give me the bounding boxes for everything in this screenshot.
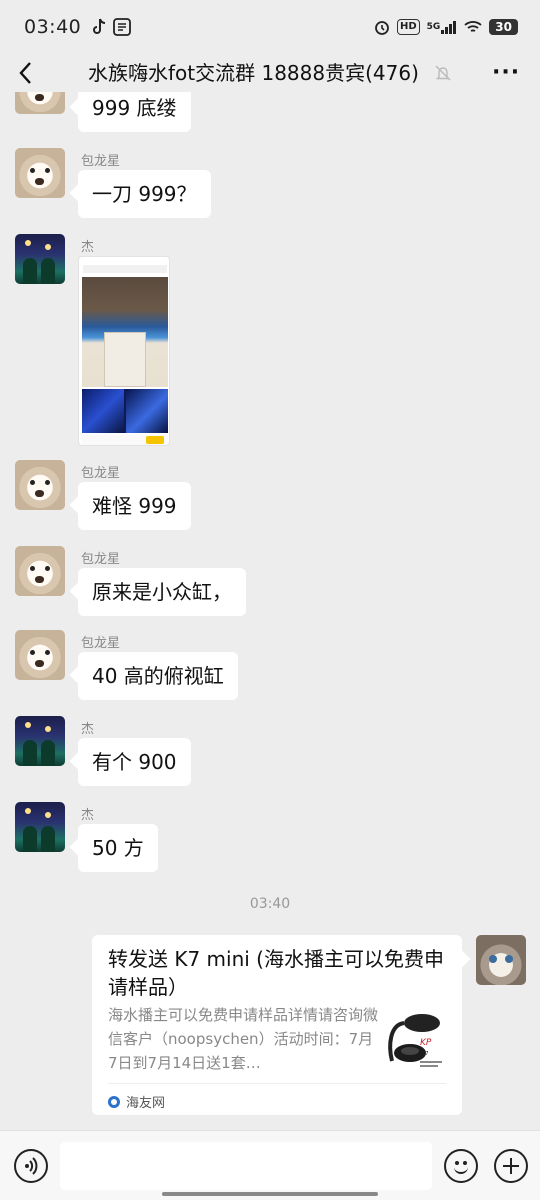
- sender-name: 杰: [81, 808, 95, 823]
- card-description: 海水播主可以免费申请样品详情请咨询微信客户（noopsychen）活动时间：7月…: [108, 1006, 379, 1072]
- svg-text:KP: KP: [420, 1038, 432, 1048]
- battery-indicator: 30: [489, 19, 518, 35]
- avatar[interactable]: [15, 92, 65, 114]
- more-actions-button[interactable]: [494, 1149, 528, 1183]
- avatar[interactable]: [476, 935, 526, 985]
- card-title: 转发送 K7 mini (海水播主可以免费申请样品）: [108, 947, 444, 999]
- tiktok-icon: [91, 18, 107, 36]
- emoji-button[interactable]: [444, 1149, 478, 1183]
- avatar[interactable]: [15, 460, 65, 510]
- message-bubble[interactable]: 原来是小众缸，: [78, 568, 246, 616]
- app-notification-icon: [113, 18, 132, 36]
- avatar[interactable]: [15, 148, 65, 198]
- back-button[interactable]: [16, 58, 36, 88]
- bell-muted-icon: [434, 64, 452, 82]
- status-bar: 03:40 HD 5G 30: [0, 0, 540, 54]
- message-bubble[interactable]: 一刀 999？: [78, 170, 211, 218]
- alarm-icon: [374, 19, 390, 35]
- card-source: 海友网: [126, 1096, 166, 1111]
- sender-name: 包龙星: [81, 636, 121, 651]
- sender-name: 包龙星: [81, 552, 121, 567]
- source-logo-icon: [108, 1095, 120, 1108]
- sender-name: 包龙星: [81, 154, 121, 169]
- message-bubble[interactable]: 50 方: [78, 824, 158, 872]
- more-icon[interactable]: ···: [492, 60, 520, 86]
- avatar[interactable]: [15, 546, 65, 596]
- chat-title[interactable]: 水族嗨水fot交流群 18888贵宾(476): [88, 58, 419, 88]
- avatar[interactable]: [15, 234, 65, 284]
- emoji-icon: [455, 1161, 459, 1165]
- voice-icon: [25, 1157, 38, 1175]
- message-input[interactable]: [60, 1142, 432, 1190]
- avatar[interactable]: [15, 802, 65, 852]
- avatar[interactable]: [15, 630, 65, 680]
- sender-name: 包龙星: [81, 466, 121, 481]
- sender-name: 杰: [81, 722, 95, 737]
- chat-header: 水族嗨水fot交流群 18888贵宾(476) ···: [0, 54, 540, 92]
- card-thumbnail: KP K7: [382, 1005, 446, 1073]
- svg-text:K7: K7: [422, 1051, 428, 1057]
- message-bubble[interactable]: 999 底缕: [78, 92, 191, 132]
- image-message[interactable]: [78, 256, 170, 446]
- status-time: 03:40: [24, 16, 82, 38]
- chevron-left-icon: [19, 62, 31, 84]
- input-bar: [0, 1130, 540, 1200]
- message-bubble[interactable]: 难怪 999: [78, 482, 191, 530]
- avatar[interactable]: [15, 716, 65, 766]
- shared-link-card[interactable]: 转发送 K7 mini (海水播主可以免费申请样品） 海水播主可以免费申请样品详…: [92, 935, 462, 1115]
- cellular-signal-icon: 5G: [427, 20, 458, 34]
- sender-name: 杰: [81, 240, 95, 255]
- chat-messages[interactable]: 999 底缕 包龙星 一刀 999？ 杰 包龙星 难怪 999 包龙星 原来是小…: [0, 92, 540, 1130]
- hd-icon: HD: [396, 19, 420, 35]
- wifi-icon: [464, 20, 482, 34]
- message-bubble[interactable]: 40 高的俯视缸: [78, 652, 238, 700]
- message-bubble[interactable]: 有个 900: [78, 738, 191, 786]
- time-divider: 03:40: [249, 896, 291, 912]
- voice-input-button[interactable]: [14, 1149, 48, 1183]
- home-indicator: [162, 1192, 378, 1196]
